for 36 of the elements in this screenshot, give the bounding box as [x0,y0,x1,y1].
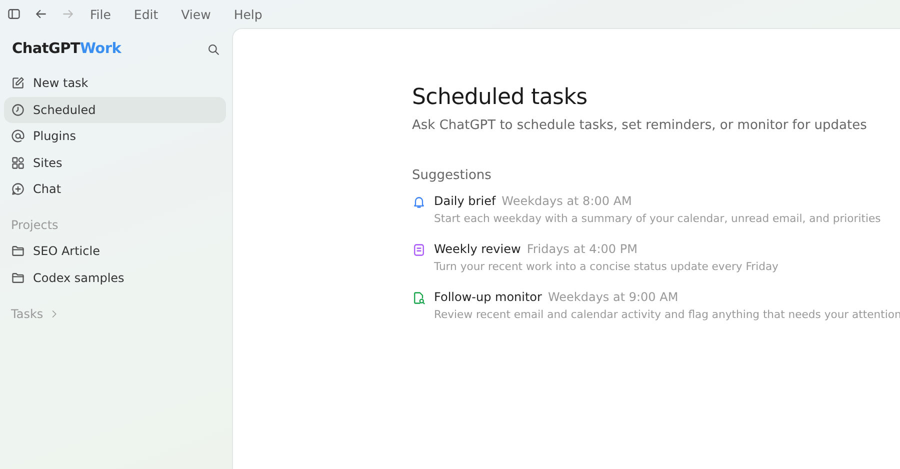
suggestion-title[interactable]: Weekly review [434,242,521,256]
section-heading: Suggestions [412,168,492,183]
menu-item[interactable]: View [181,6,211,22]
suggestion-title[interactable]: Daily brief [434,194,496,208]
section-heading: Projects [10,217,60,234]
back-arrow-icon[interactable] [34,7,48,21]
page-title: Scheduled tasks [412,85,588,110]
suggestion-title[interactable]: Follow-up monitor [434,290,542,304]
suggestion-description: Start each weekday with a summary of your calendar, unread email, and priorities [434,212,881,225]
grid-icon [11,156,25,170]
menu-item[interactable]: Edit [134,6,158,22]
app-name-accent: Work [80,41,122,57]
sidebar-item[interactable]: Sites [4,150,226,176]
menu-item[interactable]: Help [234,6,262,22]
page-subtitle: Ask ChatGPT to schedule tasks, set reminders, or monitor for updates [412,118,868,133]
at-sign-icon [11,129,25,143]
suggestion-schedule: Weekdays at 8:00 AM [502,194,632,208]
sidebar-item[interactable]: Codex samples [4,264,226,290]
app-name: ChatGPT [12,41,80,57]
sidebar-item[interactable]: New task [4,70,226,96]
clock-icon [11,102,25,116]
sidebar-toggle-icon[interactable] [7,7,21,21]
folder-icon [11,270,25,284]
suggestion-schedule: Weekdays at 9:00 AM [548,290,678,304]
sidebar-item[interactable]: Scheduled [4,96,226,122]
sidebar-item[interactable]: Chat [4,176,226,202]
suggestion-description: Review recent email and calendar activity and flag anything that needs your attention [434,308,900,321]
pencil-square-icon [11,76,25,90]
search-icon[interactable] [207,42,220,56]
folder-icon [11,244,25,258]
suggestion-schedule: Fridays at 4:00 PM [526,242,638,256]
menu-item[interactable]: File [90,6,111,22]
sidebar-item[interactable]: SEO Article [4,238,226,264]
suggestion-description: Turn your recent work into a concise status update every Friday [434,260,778,273]
sidebar-item[interactable]: Plugins [4,123,226,149]
chat-plus-icon [11,182,25,196]
